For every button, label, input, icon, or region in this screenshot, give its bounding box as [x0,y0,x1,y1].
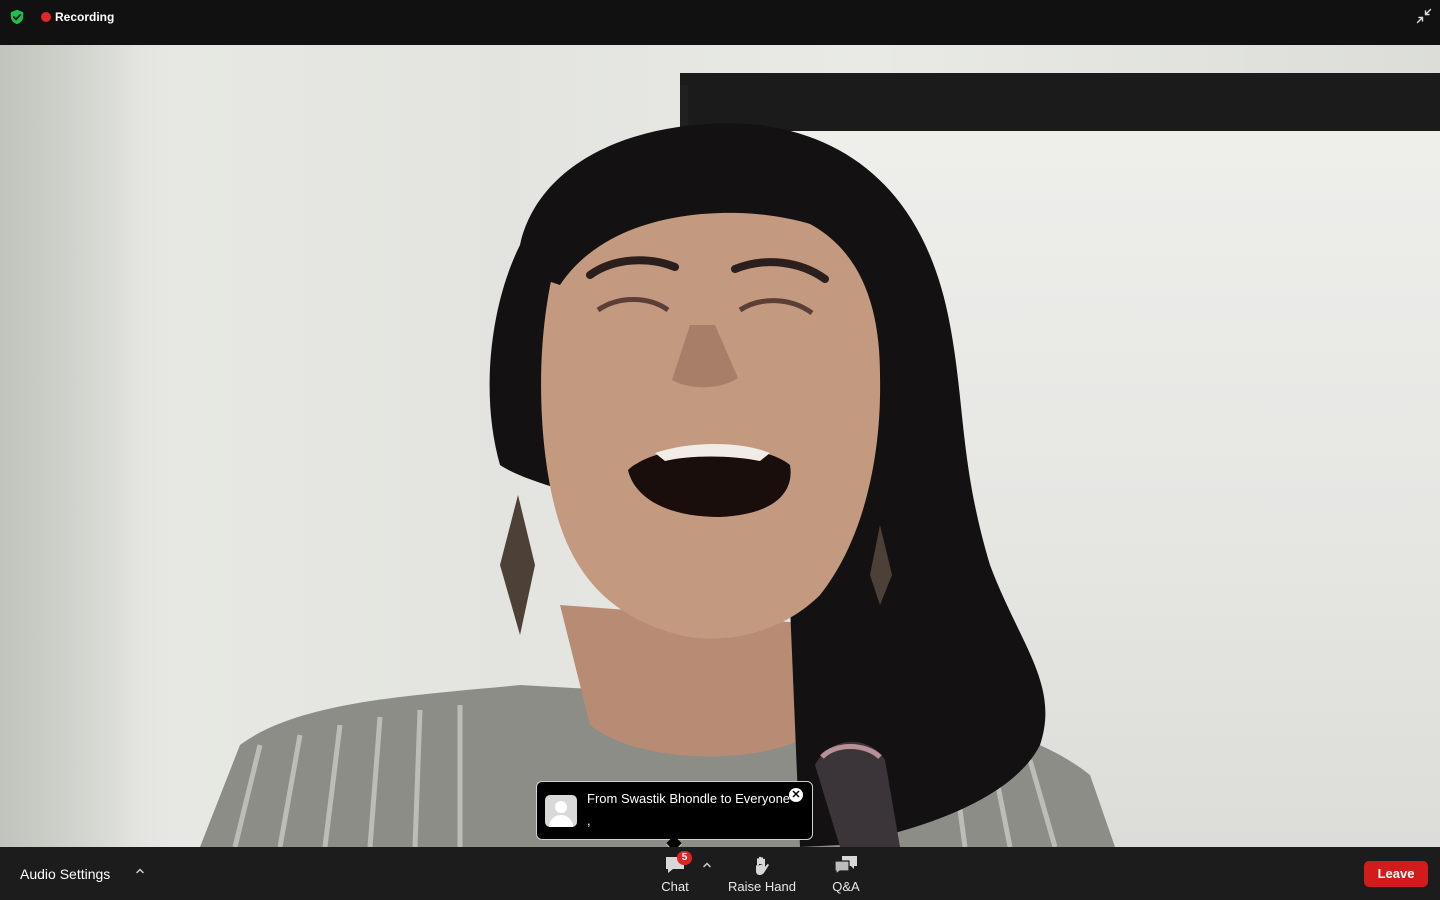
avatar-shoulders [549,815,573,827]
close-icon[interactable]: ✕ [789,788,803,802]
exit-fullscreen-icon[interactable] [1416,8,1432,24]
recording-dot-icon [41,12,51,22]
chat-button[interactable]: 5 Chat [655,851,695,897]
meeting-toolbar: Audio Settings 5 Chat Raise Hand Q&A Lea… [0,847,1440,900]
raise-hand-icon [756,856,769,875]
top-bar: Recording [0,0,1440,45]
chat-notification-message: , [587,813,591,828]
chat-notification-sender: From Swastik Bhondle to Everyone [587,791,791,806]
leave-button[interactable]: Leave [1364,861,1428,887]
audio-settings-button[interactable]: Audio Settings [20,866,110,882]
avatar [545,795,577,827]
speaker-video [0,45,1440,847]
chat-label: Chat [661,879,689,894]
qa-button[interactable]: Q&A [826,853,866,897]
chat-notification[interactable]: From Swastik Bhondle to Everyone , ✕ [536,781,813,840]
qa-label: Q&A [832,879,860,894]
raise-hand-button[interactable]: Raise Hand [724,853,800,897]
chat-options-chevron-icon[interactable] [701,859,713,871]
chat-unread-badge: 5 [677,851,692,865]
avatar-head [555,801,567,813]
raise-hand-label: Raise Hand [728,879,796,894]
shield-check-icon[interactable] [9,9,25,25]
qa-icon [834,856,857,875]
recording-label: Recording [55,10,115,24]
speaker-figure [200,123,1115,847]
chevron-up-icon[interactable] [134,865,146,877]
